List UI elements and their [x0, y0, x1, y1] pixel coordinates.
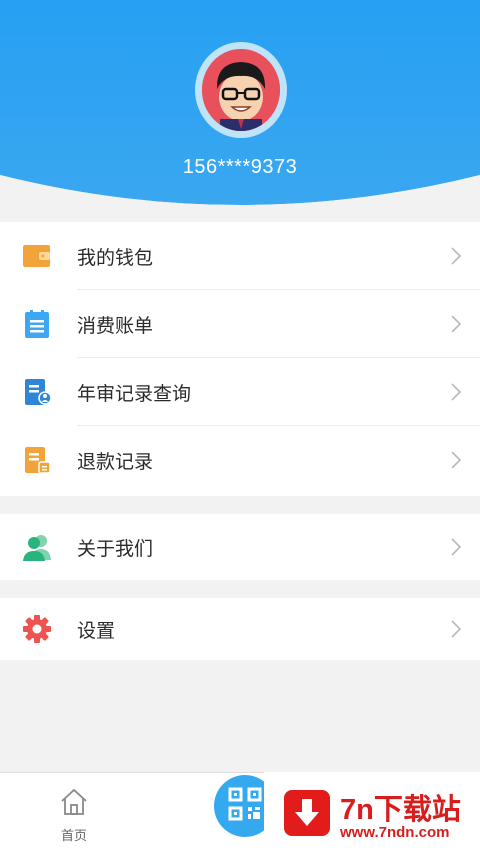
chevron-right-icon [450, 619, 462, 639]
phone-number: 156****9373 [182, 156, 298, 178]
download-arrow-icon [284, 790, 330, 836]
chevron-right-icon [450, 246, 462, 266]
profile-header: 156****9373 [0, 0, 480, 215]
menu-item-inspection-records[interactable]: 年审记录查询 [0, 358, 480, 426]
site-watermark: 7n下载站 www.7ndn.com [264, 772, 480, 853]
menu-item-wallet[interactable]: 我的钱包 [0, 222, 480, 290]
menu-item-label: 我的钱包 [77, 246, 154, 269]
menu-item-about-us[interactable]: 关于我们 [0, 514, 480, 580]
menu-item-bill[interactable]: 消费账单 [0, 290, 480, 358]
menu-item-refund-records[interactable]: 退款记录 [0, 426, 480, 494]
menu-item-settings[interactable]: 设置 [0, 598, 480, 660]
bill-icon [22, 309, 52, 339]
chevron-right-icon [450, 314, 462, 334]
menu-group-about: 关于我们 [0, 514, 480, 580]
users-icon [22, 532, 52, 562]
menu-group-records: 我的钱包 消费账单 年审记录查询 退款记录 [0, 222, 480, 496]
home-icon [59, 788, 89, 821]
qr-code-icon [228, 787, 262, 825]
tab-home-label: 首页 [60, 829, 87, 844]
menu-item-label: 年审记录查询 [77, 382, 192, 405]
chevron-right-icon [450, 450, 462, 470]
menu-group-settings: 设置 [0, 598, 480, 660]
menu-item-label: 设置 [77, 619, 116, 642]
menu-item-label: 关于我们 [77, 537, 154, 560]
gear-icon [22, 614, 52, 644]
inspection-record-icon [22, 377, 52, 407]
chevron-right-icon [450, 382, 462, 402]
chevron-right-icon [450, 537, 462, 557]
wallet-icon [22, 241, 52, 271]
menu-item-label: 退款记录 [77, 450, 154, 473]
avatar-image [202, 49, 280, 131]
tab-home[interactable]: 首页 [50, 787, 98, 844]
menu-item-label: 消费账单 [77, 314, 154, 337]
avatar[interactable] [195, 42, 287, 138]
refund-record-icon [22, 445, 52, 475]
watermark-title: 7n下载站 [340, 794, 461, 826]
watermark-url: www.7ndn.com [340, 824, 450, 841]
